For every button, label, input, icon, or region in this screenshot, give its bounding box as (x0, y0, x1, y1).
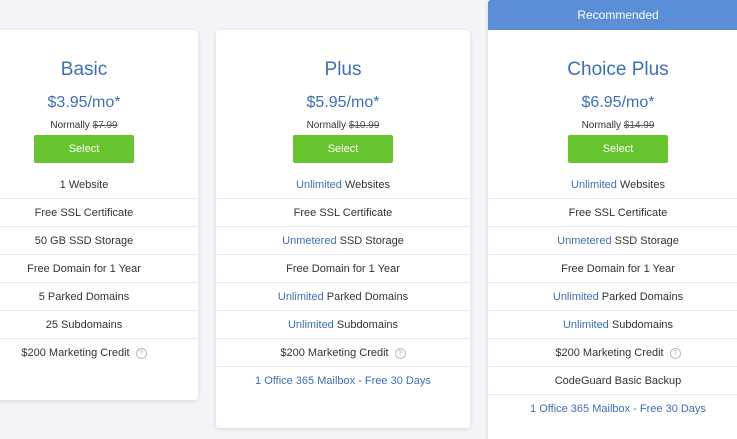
feature-text: Free SSL Certificate (34, 207, 134, 219)
feature-text: Subdomains (608, 319, 674, 331)
feature-highlight: Unlimited (296, 179, 342, 191)
feature-text: Free SSL Certificate (293, 207, 393, 219)
feature-list: 1 Website Free SSL Certificate 50 GB SSD S… (0, 171, 198, 367)
plan-price: $3.95/mo* (47, 94, 121, 111)
regular-price: Normally $14.99 (581, 120, 655, 131)
regular-price-value: $14.99 (623, 120, 655, 131)
plan-price: $5.95/mo* (306, 94, 380, 111)
feature-text: $200 Marketing Credit (555, 347, 664, 359)
feature-item: Unmetered SSD Storage (216, 227, 470, 255)
feature-text: Subdomains (333, 319, 399, 331)
feature-item: 50 GB SSD Storage (0, 227, 198, 255)
feature-list: Unlimited Websites Free SSL Certificate Un… (488, 171, 737, 423)
select-button-plus[interactable]: Select (293, 135, 393, 163)
feature-highlight: Unlimited (287, 319, 334, 331)
plan-name: Choice Plus (567, 59, 669, 80)
feature-item: Free SSL Certificate (216, 199, 470, 227)
feature-highlight: Unlimited (277, 291, 324, 303)
question-icon[interactable]: ? (669, 347, 681, 359)
feature-item: Free SSL Certificate (488, 199, 737, 227)
feature-text: 5 Parked Domains (38, 291, 130, 303)
plan-name: Basic (60, 59, 108, 80)
feature-item: Free Domain for 1 Year (0, 255, 198, 283)
feature-item: 1 Office 365 Mailbox - Free 30 Days (488, 395, 737, 423)
feature-item: 1 Office 365 Mailbox - Free 30 Days (216, 367, 470, 395)
feature-text: Websites (616, 179, 665, 191)
feature-highlight: Unlimited (571, 179, 617, 191)
feature-text: Free Domain for 1 Year (27, 263, 141, 275)
feature-item: $200 Marketing Credit? (488, 339, 737, 367)
feature-text: Free Domain for 1 Year (561, 263, 675, 275)
pricing-table: Basic $3.95/mo* Normally $7.99 Select 1 … (0, 0, 737, 439)
feature-text: Free Domain for 1 Year (286, 263, 400, 275)
regular-price: Normally $10.99 (306, 120, 380, 131)
feature-item: Unmetered SSD Storage (488, 227, 737, 255)
feature-highlight: Unmetered (557, 235, 612, 247)
feature-item: 5 Parked Domains (0, 283, 198, 311)
question-icon[interactable]: ? (135, 347, 147, 359)
regular-price: Normally $7.99 (50, 120, 118, 131)
feature-item: $200 Marketing Credit? (216, 339, 470, 367)
plan-card-plus: Plus $5.95/mo* Normally $10.99 Select Un… (216, 30, 470, 428)
feature-item: Unlimited Websites (216, 171, 470, 199)
feature-item: Unlimited Subdomains (216, 311, 470, 339)
feature-item: Free Domain for 1 Year (488, 255, 737, 283)
feature-text: 25 Subdomains (45, 319, 123, 331)
feature-item: Free SSL Certificate (0, 199, 198, 227)
feature-item: 1 Website (0, 171, 198, 199)
select-button-basic[interactable]: Select (34, 135, 134, 163)
plan-name: Plus (324, 59, 362, 80)
feature-item: CodeGuard Basic Backup (488, 367, 737, 395)
feature-item: 25 Subdomains (0, 311, 198, 339)
feature-text: 1 Website (59, 179, 109, 191)
feature-text: Parked Domains (323, 291, 409, 303)
feature-highlight: Unlimited (552, 291, 599, 303)
feature-item: Unlimited Parked Domains (216, 283, 470, 311)
feature-item: Unlimited Subdomains (488, 311, 737, 339)
feature-text: Free SSL Certificate (568, 207, 668, 219)
plan-card-basic: Basic $3.95/mo* Normally $7.99 Select 1 … (0, 30, 198, 400)
feature-text: Websites (341, 179, 390, 191)
feature-item: Unlimited Parked Domains (488, 283, 737, 311)
feature-highlight: Unlimited (562, 319, 609, 331)
plan-price: $6.95/mo* (581, 94, 655, 111)
feature-text: SSD Storage (611, 235, 679, 247)
question-icon[interactable]: ? (394, 347, 406, 359)
office365-mailbox-link[interactable]: 1 Office 365 Mailbox - Free 30 Days (530, 403, 706, 415)
recommended-ribbon: Recommended (488, 0, 737, 30)
feature-item: Unlimited Websites (488, 171, 737, 199)
feature-text: SSD Storage (336, 235, 404, 247)
office365-mailbox-link[interactable]: 1 Office 365 Mailbox - Free 30 Days (255, 375, 431, 387)
feature-text: 50 GB SSD Storage (34, 235, 134, 247)
feature-highlight: Unmetered (282, 235, 337, 247)
feature-text: $200 Marketing Credit (21, 347, 130, 359)
feature-text: Parked Domains (598, 291, 684, 303)
plan-card-choice-plus: Recommended Choice Plus $6.95/mo* Normal… (488, 0, 737, 439)
select-button-choice-plus[interactable]: Select (568, 135, 668, 163)
feature-item: Free Domain for 1 Year (216, 255, 470, 283)
feature-text: $200 Marketing Credit (280, 347, 389, 359)
feature-item: $200 Marketing Credit? (0, 339, 198, 367)
feature-list: Unlimited Websites Free SSL Certificate Un… (216, 171, 470, 395)
feature-text: CodeGuard Basic Backup (554, 375, 682, 387)
regular-price-value: $10.99 (348, 120, 380, 131)
regular-price-value: $7.99 (92, 120, 118, 131)
